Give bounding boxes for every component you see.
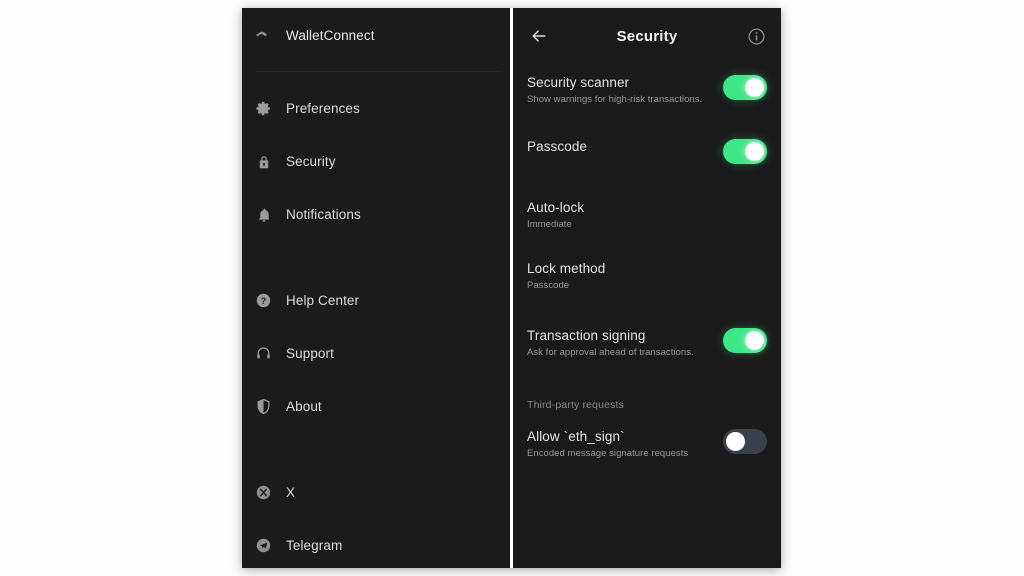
sidebar-item-label: X <box>286 485 296 500</box>
sidebar-divider <box>256 71 500 72</box>
sidebar-item-about[interactable]: About <box>242 380 510 433</box>
row-subtitle: Encoded message signature requests <box>527 448 689 459</box>
headset-icon <box>254 344 273 363</box>
sidebar-item-security[interactable]: Security <box>242 135 510 188</box>
toggle-knob <box>745 78 764 97</box>
sidebar-item-help-center[interactable]: ? Help Center <box>242 274 510 327</box>
setting-row-allow-eth-sign[interactable]: Allow `eth_sign` Encoded message signatu… <box>513 428 781 472</box>
sidebar-item-label: Telegram <box>286 538 343 553</box>
info-icon[interactable] <box>745 25 767 47</box>
sidebar-item-support[interactable]: Support <box>242 327 510 380</box>
row-subtitle: Show warnings for high-risk transactions… <box>527 94 703 105</box>
app-window: WalletConnect Preferences Security Notif… <box>242 8 781 568</box>
row-title: Allow `eth_sign` <box>527 429 625 444</box>
row-value: Immediate <box>527 219 572 230</box>
row-value: Passcode <box>527 280 570 291</box>
sidebar-group-help: ? Help Center Support About <box>242 274 510 433</box>
sidebar-item-notifications[interactable]: Notifications <box>242 188 510 241</box>
setting-row-transaction-signing[interactable]: Transaction signing Ask for approval ahe… <box>513 327 781 371</box>
row-subtitle: Ask for approval ahead of transactions. <box>527 347 694 358</box>
row-text: Passcode <box>527 138 723 155</box>
sidebar-item-label: Notifications <box>286 207 361 222</box>
row-title: Security scanner <box>527 75 630 90</box>
shield-icon <box>254 397 273 416</box>
settings-list: Security scanner Show warnings for high-… <box>513 64 781 472</box>
toggle-knob <box>745 142 764 161</box>
sidebar-item-label: Preferences <box>286 101 360 116</box>
page-title: Security <box>616 27 678 45</box>
row-title: Lock method <box>527 261 606 276</box>
setting-row-security-scanner[interactable]: Security scanner Show warnings for high-… <box>513 74 781 118</box>
row-title: Auto-lock <box>527 200 585 215</box>
sidebar-item-label: About <box>286 399 322 414</box>
toggle-allow-eth-sign[interactable] <box>723 429 767 454</box>
setting-row-lock-method[interactable]: Lock method Passcode <box>513 260 781 304</box>
sidebar-item-preferences[interactable]: Preferences <box>242 82 510 135</box>
row-title: Transaction signing <box>527 328 646 343</box>
toggle-security-scanner[interactable] <box>723 75 767 100</box>
toggle-passcode[interactable] <box>723 139 767 164</box>
walletconnect-icon <box>254 26 273 45</box>
back-arrow-icon[interactable] <box>527 24 551 48</box>
sidebar-item-x[interactable]: X <box>242 466 510 519</box>
toggle-transaction-signing[interactable] <box>723 328 767 353</box>
sidebar: WalletConnect Preferences Security Notif… <box>242 8 510 568</box>
bell-icon <box>254 205 273 224</box>
sidebar-brand[interactable]: WalletConnect <box>242 8 510 62</box>
sidebar-group-social: X Telegram <box>242 466 510 568</box>
row-text: Security scanner Show warnings for high-… <box>527 74 723 107</box>
question-circle-icon: ? <box>254 291 273 310</box>
row-text: Auto-lock Immediate <box>527 199 767 232</box>
x-circle-icon <box>254 483 273 502</box>
setting-row-auto-lock[interactable]: Auto-lock Immediate <box>513 199 781 243</box>
setting-row-passcode[interactable]: Passcode <box>513 138 781 182</box>
toggle-knob <box>745 331 764 350</box>
sidebar-item-label: Security <box>286 154 336 169</box>
sidebar-item-label: Help Center <box>286 293 360 308</box>
row-text: Allow `eth_sign` Encoded message signatu… <box>527 428 723 461</box>
section-header-third-party-requests: Third-party requests <box>527 399 624 411</box>
row-text: Transaction signing Ask for approval ahe… <box>527 327 723 360</box>
sidebar-item-telegram[interactable]: Telegram <box>242 519 510 568</box>
detail-panel: Security Security scanner Show warnings … <box>513 8 781 568</box>
sidebar-brand-label: WalletConnect <box>286 27 375 43</box>
sidebar-group-settings: Preferences Security Notifications <box>242 82 510 241</box>
detail-header: Security <box>513 8 781 64</box>
svg-text:?: ? <box>261 296 266 306</box>
lock-icon <box>254 152 273 171</box>
sidebar-item-label: Support <box>286 346 334 361</box>
telegram-icon <box>254 536 273 555</box>
row-text: Lock method Passcode <box>527 260 767 293</box>
row-title: Passcode <box>527 139 588 154</box>
screenshot-stage: WalletConnect Preferences Security Notif… <box>0 0 1024 576</box>
toggle-knob <box>726 432 745 451</box>
gear-icon <box>254 99 273 118</box>
